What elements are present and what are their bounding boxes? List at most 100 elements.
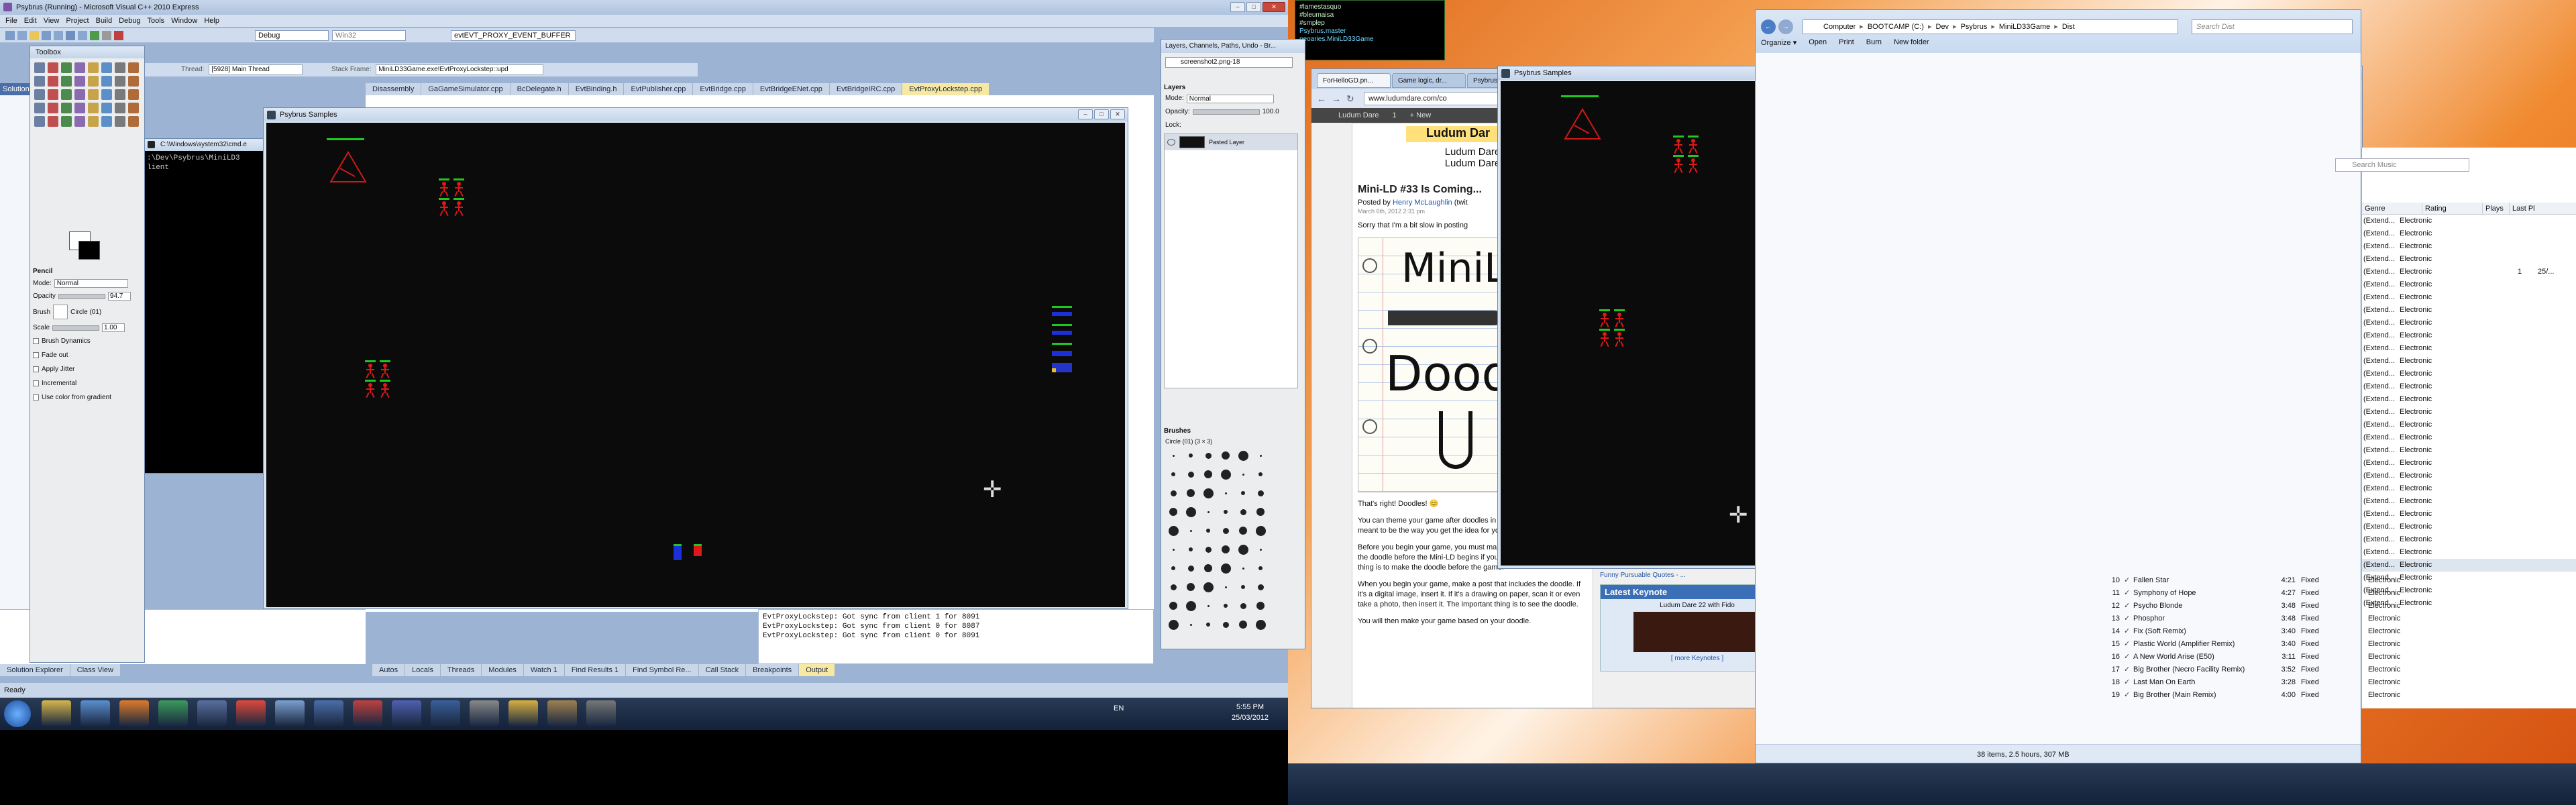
brush-preset[interactable] bbox=[1168, 619, 1179, 630]
music-search[interactable]: Search Music bbox=[2335, 158, 2469, 172]
panel-tab[interactable]: Locals bbox=[405, 664, 441, 676]
music-row[interactable]: (Extend... Electronic bbox=[2362, 215, 2576, 227]
layer-mode-select[interactable]: Normal bbox=[1186, 95, 1274, 103]
irc-channel[interactable]: neoaries.MiniLD33Game bbox=[1299, 36, 1440, 44]
checkbox-row[interactable]: Apply Jitter bbox=[33, 366, 143, 373]
start-button[interactable] bbox=[4, 700, 31, 727]
track-row[interactable]: 11 ✓ Symphony of Hope 4:27 Fixed Electronic bbox=[2106, 587, 2549, 600]
brush-preset[interactable] bbox=[1169, 508, 1177, 516]
panel-tab[interactable]: Output bbox=[799, 664, 836, 676]
tool-icon[interactable] bbox=[115, 62, 125, 73]
brush-preset[interactable] bbox=[1170, 584, 1177, 590]
panel-tab[interactable]: Call Stack bbox=[698, 664, 747, 676]
taskbar-app-icon[interactable] bbox=[586, 700, 616, 726]
minimize-button[interactable]: – bbox=[1078, 109, 1093, 119]
music-row[interactable]: (Extend... Electronic bbox=[2362, 304, 2576, 317]
explorer-search[interactable]: Search Dist bbox=[2192, 19, 2353, 34]
brush-preset[interactable] bbox=[1224, 510, 1228, 514]
tool-icon[interactable] bbox=[61, 89, 72, 100]
music-row[interactable]: (Extend... Electronic bbox=[2362, 342, 2576, 355]
panel-tab[interactable]: Watch 1 bbox=[523, 664, 565, 676]
thread-combo[interactable]: [5928] Main Thread bbox=[209, 64, 303, 75]
brush-preset[interactable] bbox=[1258, 472, 1263, 476]
music-row[interactable]: (Extend... Electronic bbox=[2362, 457, 2576, 470]
back-icon[interactable]: ← bbox=[1317, 93, 1326, 104]
brush-preset[interactable] bbox=[1189, 547, 1193, 551]
brush-preset[interactable] bbox=[1205, 452, 1212, 459]
column-header[interactable]: Last Pl bbox=[2510, 203, 2576, 214]
close-button[interactable]: ✕ bbox=[1110, 109, 1125, 119]
tool-icon[interactable] bbox=[115, 116, 125, 127]
tool-icon[interactable] bbox=[88, 62, 99, 73]
panel-tab[interactable]: Breakpoints bbox=[746, 664, 800, 676]
tool-icon[interactable] bbox=[34, 116, 45, 127]
brush-preset[interactable] bbox=[1257, 490, 1264, 496]
checkbox[interactable] bbox=[33, 380, 39, 386]
tool-icon[interactable] bbox=[128, 89, 139, 100]
keynote-thumbnail[interactable] bbox=[1633, 612, 1761, 652]
brush-preset[interactable] bbox=[1222, 545, 1230, 553]
checkbox[interactable] bbox=[33, 338, 39, 344]
tool-icon[interactable] bbox=[101, 76, 112, 87]
track-row[interactable]: 12 ✓ Psycho Blonde 3:48 Fixed Electronic bbox=[2106, 600, 2549, 612]
brush-preset[interactable] bbox=[1220, 469, 1231, 480]
breadcrumb-item[interactable]: BOOTCAMP (C:) bbox=[1868, 23, 1924, 31]
music-row[interactable]: (Extend... Electronic bbox=[2362, 406, 2576, 419]
track-row[interactable]: 19 ✓ Big Brother (Main Remix) 4:00 Fixed Elec… bbox=[2106, 689, 2549, 702]
command-button[interactable]: Print bbox=[1839, 38, 1854, 47]
brush-preset[interactable] bbox=[1259, 548, 1262, 551]
color-swatches[interactable] bbox=[69, 231, 103, 261]
tool-icon[interactable] bbox=[48, 116, 58, 127]
tool-icon[interactable] bbox=[34, 89, 45, 100]
music-row[interactable]: (Extend... Electronic bbox=[2362, 393, 2576, 406]
brush-preset[interactable] bbox=[1241, 585, 1245, 589]
taskbar-app-icon[interactable] bbox=[431, 700, 460, 726]
music-row[interactable]: (Extend... Electronic bbox=[2362, 521, 2576, 533]
config-select[interactable]: Debug bbox=[255, 30, 329, 41]
stack-combo[interactable]: MiniLD33Game.exe!EvtProxyLockstep::upd bbox=[376, 64, 544, 75]
panel-tab[interactable]: Find Symbol Re... bbox=[626, 664, 699, 676]
column-header[interactable]: Plays bbox=[2483, 203, 2510, 214]
scale-value[interactable]: 1.00 bbox=[102, 323, 125, 332]
back-icon[interactable]: ← bbox=[1761, 19, 1776, 34]
brush-preset[interactable] bbox=[1240, 508, 1246, 515]
column-header[interactable]: Genre bbox=[2362, 203, 2422, 214]
taskbar-app-icon[interactable] bbox=[119, 700, 149, 726]
brush-preset[interactable] bbox=[1238, 544, 1248, 555]
music-row[interactable]: (Extend... Electronic bbox=[2362, 482, 2576, 495]
tool-icon[interactable] bbox=[61, 62, 72, 73]
minimize-button[interactable]: – bbox=[1230, 2, 1245, 12]
image-select[interactable]: screenshot2.png-18 bbox=[1165, 57, 1293, 68]
command-button[interactable]: Burn bbox=[1866, 38, 1882, 47]
brush-preset[interactable] bbox=[1222, 451, 1230, 460]
tool-icon[interactable] bbox=[74, 103, 85, 113]
brush-preset[interactable] bbox=[1224, 586, 1227, 588]
track-row[interactable]: 16 ✓ A New World Arise (E50) 3:11 Fixed Elect… bbox=[2106, 651, 2549, 663]
brush-preset[interactable] bbox=[1222, 527, 1229, 534]
maximize-button[interactable]: □ bbox=[1094, 109, 1109, 119]
forward-icon[interactable]: → bbox=[1778, 19, 1793, 34]
tool-icon[interactable] bbox=[61, 103, 72, 113]
music-row[interactable]: (Extend... Electronic bbox=[2362, 291, 2576, 304]
forward-icon[interactable]: → bbox=[1332, 93, 1341, 104]
document-tab[interactable]: EvtBinding.h bbox=[568, 83, 625, 95]
tool-icon[interactable] bbox=[101, 62, 112, 73]
music-row[interactable]: (Extend... Electronic bbox=[2362, 253, 2576, 266]
document-tab[interactable]: BcDelegate.h bbox=[510, 83, 569, 95]
brush-grid[interactable] bbox=[1167, 449, 1274, 649]
breadcrumb-item[interactable]: Psybrus bbox=[1961, 23, 1988, 31]
menu-item-file[interactable]: File bbox=[5, 15, 17, 27]
menu-item-build[interactable]: Build bbox=[96, 15, 112, 27]
brush-preset[interactable] bbox=[1169, 602, 1177, 610]
tool-icon[interactable] bbox=[74, 89, 85, 100]
tool-icon[interactable] bbox=[101, 89, 112, 100]
brush-preset[interactable] bbox=[1187, 471, 1194, 478]
checkbox[interactable] bbox=[33, 352, 39, 358]
music-row[interactable]: (Extend... Electronic bbox=[2362, 431, 2576, 444]
brush-preset[interactable] bbox=[1242, 473, 1244, 476]
tool-icon[interactable] bbox=[88, 76, 99, 87]
tool-icon[interactable] bbox=[128, 76, 139, 87]
track-row[interactable]: 13 ✓ Phosphor 3:48 Fixed Electronic bbox=[2106, 612, 2549, 625]
menu-item-debug[interactable]: Debug bbox=[119, 15, 140, 27]
brush-preset[interactable] bbox=[1222, 621, 1229, 628]
